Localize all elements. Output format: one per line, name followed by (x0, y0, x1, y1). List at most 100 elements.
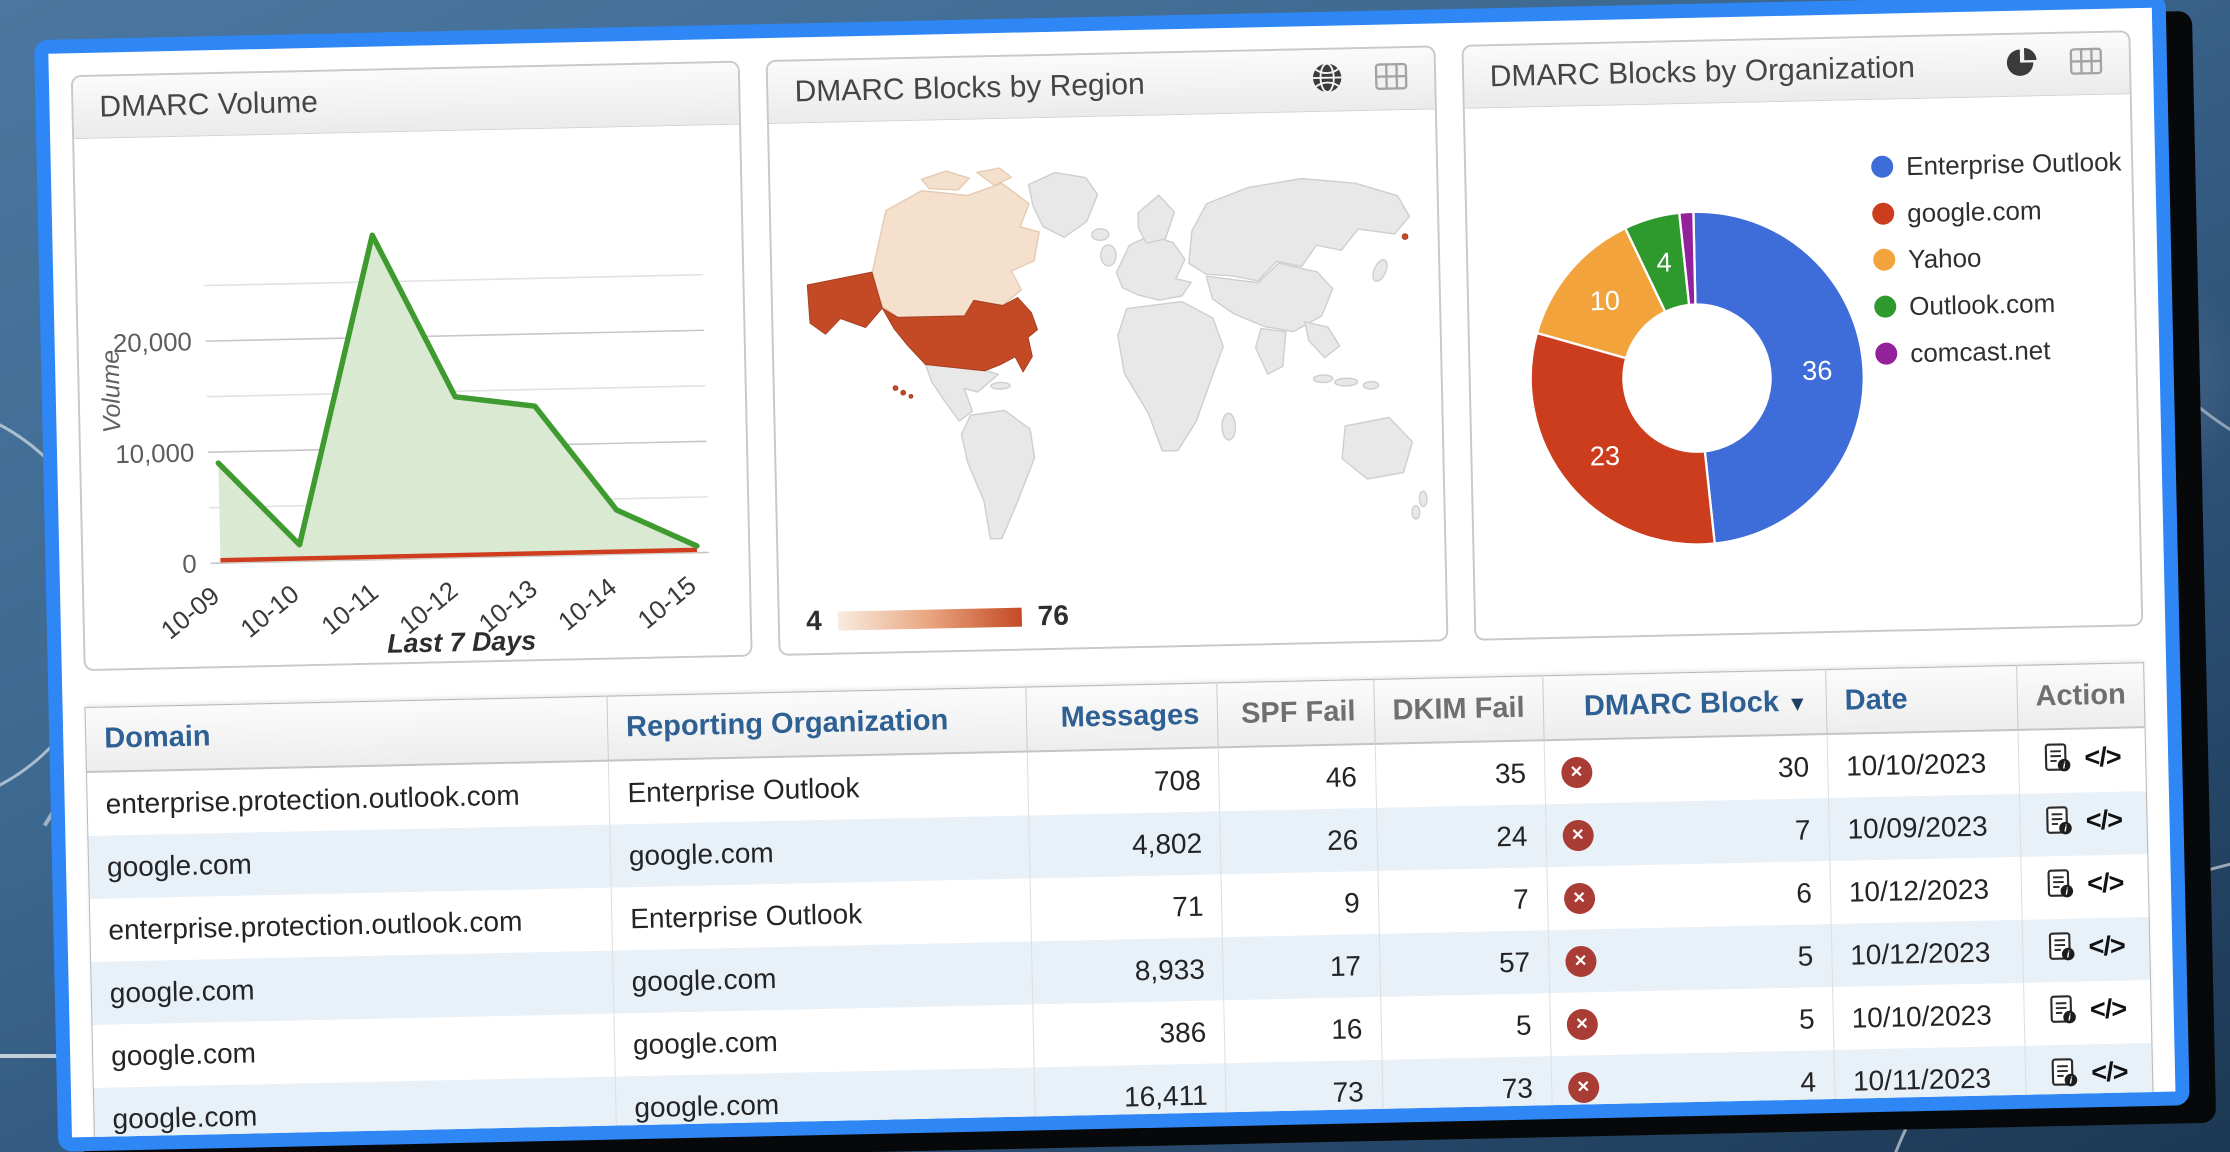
cell-domain: enterprise.protection.outlook.com (89, 888, 612, 962)
raw-xml-icon[interactable]: </> (2091, 1056, 2128, 1088)
legend-label: Enterprise Outlook (1906, 146, 2122, 182)
panel-blocks-by-region: DMARC Blocks by Region (766, 45, 1448, 655)
cell-date: 10/10/2023 (1832, 983, 2024, 1050)
cell-dmarc-block: ✕5 (1549, 987, 1833, 1056)
legend-item: Outlook.com (1874, 287, 2127, 324)
column-header-reporting-organization[interactable]: Reporting Organization (607, 687, 1028, 761)
map-indonesia-3 (1364, 381, 1379, 389)
panel-title-volume: DMARC Volume (99, 77, 713, 124)
cell-spf-fail: 46 (1219, 744, 1377, 811)
cell-reporting-organization: google.com (614, 1004, 1035, 1076)
legend-swatch (1875, 342, 1897, 364)
screenshot-root: DMARC Volume 010,00020,00010-0910-1010-1… (0, 0, 2230, 1152)
globe-icon[interactable] (1309, 60, 1344, 100)
column-header-domain[interactable]: Domain (85, 696, 608, 772)
report-details-icon[interactable]: i (2046, 868, 2076, 901)
map-nz-2 (1412, 506, 1420, 520)
raw-xml-icon[interactable]: </> (2088, 930, 2125, 962)
report-details-icon[interactable]: i (2045, 805, 2075, 838)
table-view-icon[interactable] (1373, 62, 1408, 96)
legend-swatch (1872, 202, 1894, 224)
column-header-date[interactable]: Date (1826, 665, 2018, 734)
panels-row: DMARC Volume 010,00020,00010-0910-1010-1… (71, 30, 2144, 671)
map-cuba (991, 382, 1010, 389)
cell-action: i </> (2019, 791, 2148, 857)
column-header-messages[interactable]: Messages (1026, 683, 1218, 752)
donut-legend: Enterprise Outlookgoogle.comYahooOutlook… (1871, 146, 2128, 385)
legend-item: Enterprise Outlook (1871, 146, 2124, 183)
cell-dmarc-block: ✕30 (1544, 734, 1829, 804)
column-header-dmarc-block[interactable]: DMARC Block ▼ (1542, 670, 1827, 741)
donut-slice-value: 36 (1802, 354, 1833, 386)
cell-reporting-organization: google.com (615, 1067, 1036, 1140)
map-hawaii-3 (909, 394, 913, 398)
report-details-icon[interactable]: i (2043, 742, 2073, 775)
cell-messages: 71 (1030, 874, 1222, 941)
legend-gradient-bar (838, 607, 1022, 630)
legend-min-value: 4 (806, 605, 822, 637)
legend-swatch (1874, 296, 1896, 318)
raw-xml-icon[interactable]: </> (2084, 741, 2121, 773)
column-header-dkim-fail[interactable]: DKIM Fail (1373, 676, 1543, 744)
cell-action: i </> (2018, 727, 2147, 794)
cell-domain: google.com (92, 1014, 615, 1088)
dmarc-table-body: enterprise.protection.outlook.com Enterp… (86, 727, 2153, 1151)
sort-descending-icon: ▼ (1787, 692, 1808, 715)
panel-blocks-by-organization: DMARC Blocks by Organization (1461, 30, 2143, 640)
panel-title-organization: DMARC Blocks by Organization (1489, 49, 2005, 94)
cell-reporting-organization: google.com (612, 941, 1033, 1013)
pie-chart-icon[interactable] (2005, 45, 2040, 85)
map-indonesia-2 (1335, 378, 1358, 386)
cell-action: i </> (2023, 980, 2152, 1046)
cell-spf-fail: 16 (1224, 997, 1382, 1063)
cell-action: i </> (2025, 1043, 2154, 1109)
legend-label: Yahoo (1908, 243, 1982, 276)
map-canada (870, 182, 1041, 317)
cell-dmarc-block: ✕6 (1547, 861, 1831, 930)
raw-xml-icon[interactable]: </> (2086, 804, 2123, 836)
cell-dmarc-block: ✕7 (1545, 798, 1829, 867)
block-x-icon: ✕ (1566, 1008, 1598, 1040)
legend-item: comcast.net (1875, 333, 2128, 370)
cell-dkim-fail: 24 (1376, 804, 1546, 871)
cell-dkim-fail: 7 (1377, 867, 1547, 934)
cell-spf-fail: 9 (1221, 871, 1379, 937)
cell-reporting-organization: Enterprise Outlook (611, 878, 1032, 950)
cell-domain: google.com (91, 951, 614, 1025)
map-australia (1342, 417, 1414, 480)
cell-domain: google.com (88, 825, 611, 899)
cell-domain: google.com (93, 1077, 616, 1152)
cell-spf-fail: 73 (1225, 1060, 1383, 1127)
cell-dkim-fail: 5 (1380, 993, 1550, 1060)
donut-slice-value: 10 (1589, 285, 1620, 317)
block-x-icon: ✕ (1563, 882, 1595, 914)
legend-item: Yahoo (1873, 240, 2126, 277)
raw-xml-icon[interactable]: </> (2090, 993, 2127, 1025)
y-tick-label: 0 (182, 551, 197, 579)
dmarc-report-table: Domain Reporting Organization Messages S… (85, 662, 2154, 1152)
map-nz-1 (1420, 491, 1428, 506)
cell-messages: 708 (1028, 747, 1220, 815)
legend-label: Outlook.com (1909, 288, 2056, 323)
cell-action: i </> (2021, 854, 2150, 920)
x-axis-title: Last 7 Days (387, 626, 537, 659)
column-header-spf-fail[interactable]: SPF Fail (1217, 679, 1375, 747)
map-south-america (961, 410, 1036, 540)
cell-date: 10/12/2023 (1831, 920, 2023, 987)
legend-swatch (1873, 249, 1895, 271)
report-details-icon[interactable]: i (2049, 994, 2079, 1027)
block-x-icon: ✕ (1562, 819, 1594, 851)
table-view-icon[interactable] (2069, 47, 2104, 81)
map-canada-islands-2 (977, 168, 1012, 186)
report-details-icon[interactable]: i (2047, 931, 2077, 964)
map-alaska (807, 272, 883, 335)
dmarc-block-header-label: DMARC Block (1584, 686, 1780, 722)
cell-messages: 4,802 (1029, 811, 1221, 878)
organization-header-icons (2005, 44, 2104, 85)
raw-xml-icon[interactable]: </> (2087, 867, 2124, 899)
cell-spf-fail: 26 (1220, 808, 1378, 874)
cell-dmarc-block: ✕4 (1551, 1050, 1835, 1120)
map-heat-legend: 4 76 (806, 600, 1069, 638)
map-canada-islands-1 (922, 171, 970, 191)
report-details-icon[interactable]: i (2050, 1057, 2080, 1090)
